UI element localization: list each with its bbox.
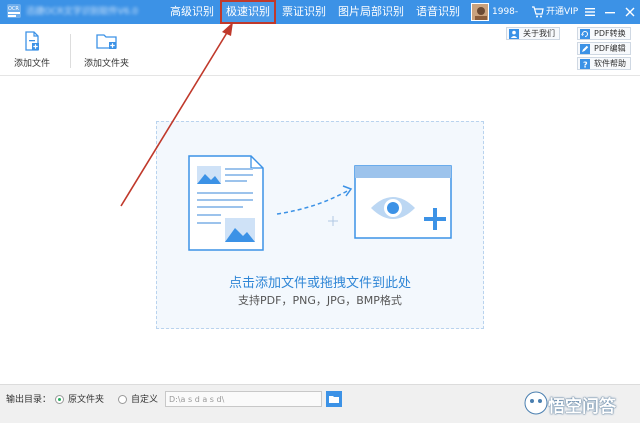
help-button[interactable]: ? 软件帮助 [577,57,631,70]
avatar-icon [472,4,488,20]
help-icon: ? [580,59,590,69]
close-icon [625,7,635,17]
radio-original-folder[interactable] [55,395,64,404]
cart-icon[interactable] [531,5,545,19]
pdf-edit-label: PDF编辑 [594,44,626,53]
folder-icon [329,396,339,403]
pdf-convert-label: PDF转换 [594,29,626,38]
svg-text:OCR: OCR [8,6,19,12]
menu-icon [585,8,595,16]
add-folder-label: 添加文件夹 [84,59,130,69]
add-file-icon [25,31,39,51]
document-image-icon [188,155,264,251]
app-logo-icon: OCR [7,4,21,18]
close-button[interactable] [620,0,640,24]
output-path-input[interactable] [165,391,322,407]
output-dir-label: 输出目录： [6,395,52,405]
add-folder-button[interactable]: 添加文件夹 [84,30,129,69]
main-nav: 高级识别 极速识别 票证识别 图片局部识别 语音识别 [164,0,466,24]
help-label: 软件帮助 [594,59,626,68]
nav-voice-ocr[interactable]: 语音识别 [410,0,466,24]
toolbar: 添加文件 添加文件夹 关于我们 PDF转换 PDF编辑 ? 软件帮助 [0,24,640,76]
radio-custom-folder[interactable] [118,395,127,404]
window-controls [580,0,640,24]
pencil-icon [580,44,590,54]
minimize-icon [605,12,615,14]
add-file-button[interactable]: 添加文件 [14,30,50,69]
about-us-label: 关于我们 [523,29,555,38]
toolbar-divider [70,34,71,68]
minimize-button[interactable] [600,0,620,24]
title-bar: OCR 迅捷OCR文字识别软件V6.0 高级识别 极速识别 票证识别 图片局部识… [0,0,640,24]
drop-illustration [188,155,452,251]
radio-custom-folder-label[interactable]: 自定义 [131,393,158,407]
convert-icon [580,29,590,39]
watermark-text: 悟空问答 [548,397,616,417]
vip-link[interactable]: 开通VIP [546,6,578,18]
menu-button[interactable] [580,0,600,24]
drop-zone-title: 点击添加文件或拖拽文件到此处 [228,276,411,291]
app-title: 迅捷OCR文字识别软件V6.0 [26,7,139,17]
user-icon [509,29,519,39]
radio-original-folder-label[interactable]: 原文件夹 [68,393,104,407]
about-us-button[interactable]: 关于我们 [506,27,560,40]
user-name[interactable]: 1998- [492,6,518,18]
nav-partial-image-ocr[interactable]: 图片局部识别 [332,0,410,24]
file-drop-zone[interactable]: 点击添加文件或拖拽文件到此处 支持PDF，PNG，JPG，BMP格式 [156,121,484,329]
nav-fast-ocr[interactable]: 极速识别 [220,0,276,24]
eye-window-icon [354,165,452,239]
drop-zone-subtitle: 支持PDF，PNG，JPG，BMP格式 [238,294,402,307]
svg-text:?: ? [583,60,588,69]
nav-ticket-ocr[interactable]: 票证识别 [276,0,332,24]
nav-advanced-ocr[interactable]: 高级识别 [164,0,220,24]
add-folder-icon [95,34,117,49]
avatar[interactable] [471,3,489,21]
pdf-convert-button[interactable]: PDF转换 [577,27,631,40]
pdf-edit-button[interactable]: PDF编辑 [577,42,631,55]
browse-folder-button[interactable] [326,391,342,407]
add-file-label: 添加文件 [14,59,51,69]
